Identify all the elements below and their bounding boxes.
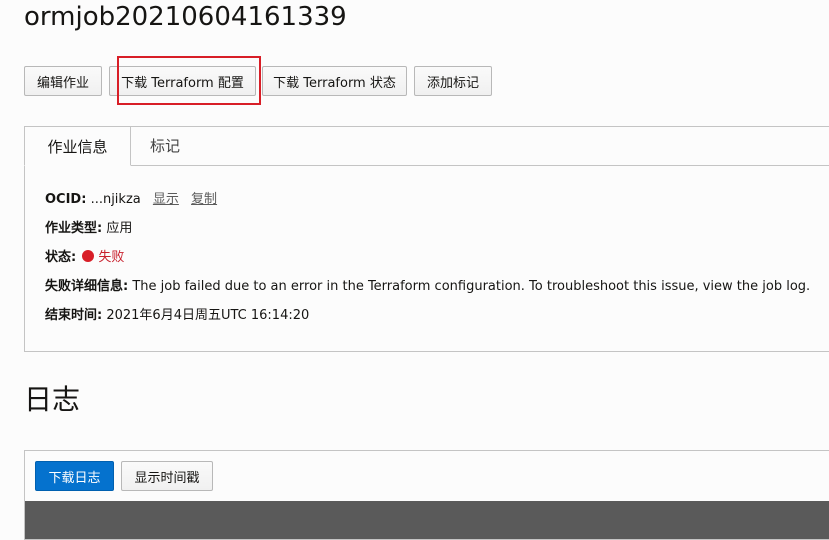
add-tag-button[interactable]: 添加标记 [414, 66, 492, 96]
download-terraform-state-button[interactable]: 下载 Terraform 状态 [262, 66, 407, 96]
log-output-area[interactable] [25, 501, 829, 539]
tab-bar: 作业信息 标记 [24, 126, 829, 166]
status-row: 状态: 失败 [45, 248, 810, 277]
failure-details-value: The job failed due to an error in the Te… [132, 279, 811, 294]
job-type-row: 作业类型: 应用 [45, 219, 810, 248]
end-time-row: 结束时间: 2021年6月4日周五UTC 16:14:20 [45, 306, 810, 335]
job-details-card: 作业信息 标记 OCID: ...njikza 显示 复制 作业类型: 应用 状… [24, 126, 829, 352]
job-info-list: OCID: ...njikza 显示 复制 作业类型: 应用 状态: 失败 失败… [45, 190, 810, 335]
ocid-row: OCID: ...njikza 显示 复制 [45, 190, 810, 219]
logs-section-title: 日志 [24, 383, 81, 416]
tab-tags[interactable]: 标记 [134, 126, 196, 165]
download-logs-button[interactable]: 下载日志 [35, 461, 114, 491]
ocid-value: ...njikza [90, 192, 141, 207]
ocid-label: OCID: [45, 192, 87, 207]
logs-panel: 下载日志 显示时间戳 [24, 450, 829, 540]
error-status-icon [82, 250, 95, 262]
job-type-label: 作业类型: [45, 221, 103, 236]
ocid-show-link[interactable]: 显示 [153, 192, 179, 207]
job-type-value: 应用 [106, 221, 133, 236]
status-label: 状态: [45, 250, 77, 265]
page-title: ormjob20210604161339 [24, 2, 347, 32]
status-value: 失败 [98, 250, 125, 265]
ocid-copy-link[interactable]: 复制 [191, 192, 217, 207]
edit-job-button[interactable]: 编辑作业 [24, 66, 102, 96]
failure-details-label: 失败详细信息: [45, 279, 129, 294]
end-time-value: 2021年6月4日周五UTC 16:14:20 [106, 308, 310, 323]
end-time-label: 结束时间: [45, 308, 103, 323]
show-timestamps-button[interactable]: 显示时间戳 [121, 461, 213, 491]
failure-details-row: 失败详细信息: The job failed due to an error i… [45, 277, 810, 306]
tab-job-info[interactable]: 作业信息 [24, 126, 131, 166]
download-terraform-config-button[interactable]: 下载 Terraform 配置 [109, 66, 256, 96]
